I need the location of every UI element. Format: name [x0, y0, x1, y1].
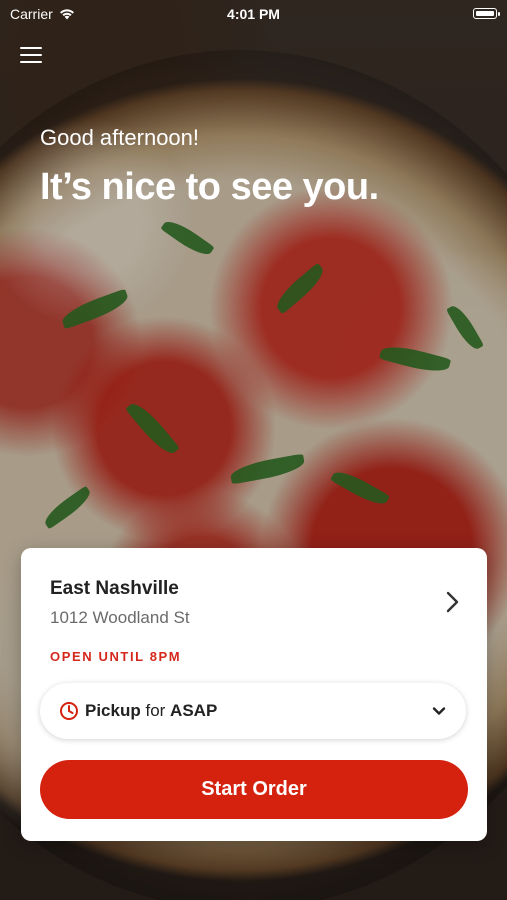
location-name: East Nashville: [50, 578, 179, 599]
chevron-down-icon: [432, 707, 446, 715]
status-time: 4:01 PM: [227, 6, 280, 22]
battery-icon: [473, 8, 500, 19]
start-order-button[interactable]: Start Order: [40, 760, 468, 819]
open-status-label: OPEN UNTIL 8PM: [50, 649, 182, 664]
welcome-headline: It’s nice to see you.: [40, 166, 379, 208]
chevron-right-icon[interactable]: [443, 590, 461, 614]
location-card: East Nashville 1012 Woodland St OPEN UNT…: [21, 548, 487, 841]
pickup-label: Pickup for ASAP: [85, 701, 217, 721]
location-address: 1012 Woodland St: [50, 608, 190, 627]
status-bar: Carrier 4:01 PM: [0, 0, 507, 30]
pickup-connector: for: [140, 701, 171, 720]
hamburger-menu-icon[interactable]: [20, 47, 42, 67]
pickup-mode: Pickup: [85, 701, 141, 720]
pickup-time: ASAP: [170, 701, 218, 720]
greeting-text: Good afternoon!: [40, 125, 200, 150]
pickup-time-selector[interactable]: Pickup for ASAP: [40, 683, 466, 739]
clock-icon: [60, 702, 78, 720]
